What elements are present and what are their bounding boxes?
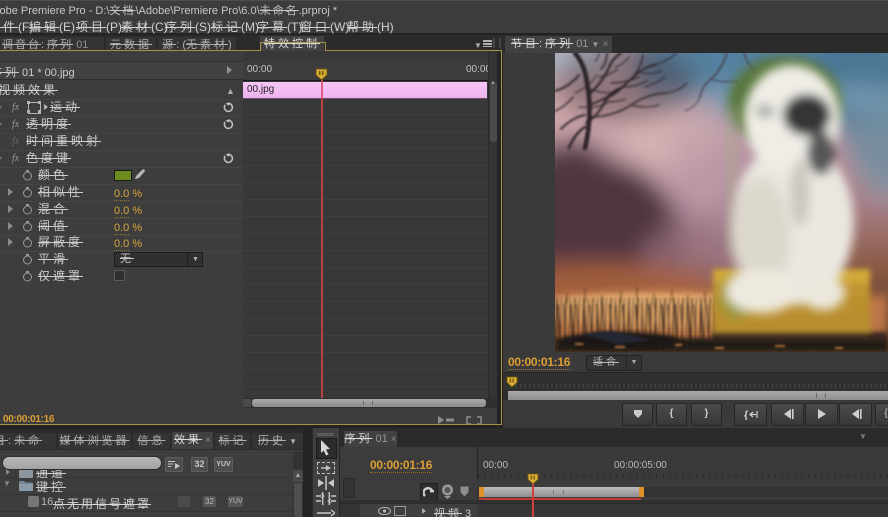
svg-text:{: {	[744, 410, 749, 421]
